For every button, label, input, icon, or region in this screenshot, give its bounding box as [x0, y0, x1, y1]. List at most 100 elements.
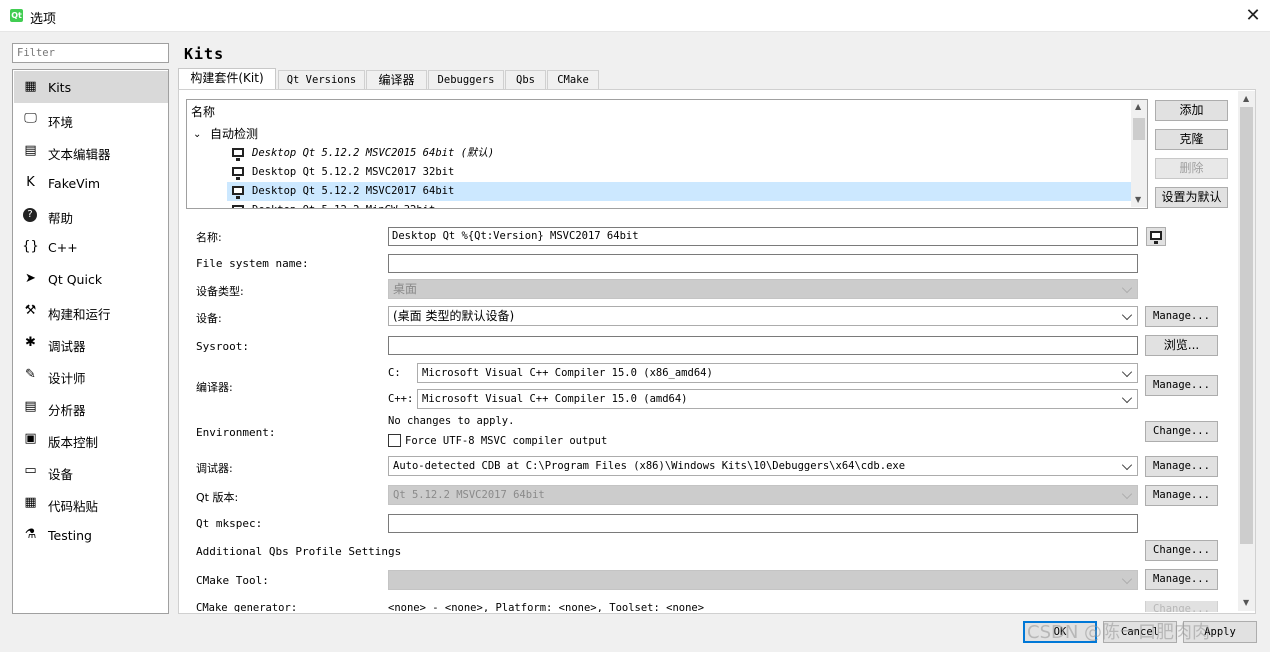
chevron-down-icon[interactable]: ⌄ — [193, 125, 201, 144]
scroll-up-icon[interactable]: ▲ — [1135, 102, 1141, 111]
fs-name-input[interactable] — [388, 254, 1138, 273]
close-button[interactable]: ✕ — [1238, 2, 1268, 30]
qt-version-label: Qt 版本: — [196, 491, 239, 504]
cmake-generator-row: CMake generator: <none> - <none>, Platfo… — [188, 601, 1236, 612]
device-type-label: 设备类型: — [196, 285, 244, 298]
chevron-down-icon — [1121, 573, 1133, 585]
compiler-label: 编译器: — [196, 381, 233, 394]
sidebar-item-cpp[interactable]: {} C++ — [14, 231, 168, 263]
kits-icon: ▦ — [24, 79, 37, 94]
tab-compilers[interactable]: 编译器 — [366, 70, 427, 89]
compiler-manage-button[interactable]: Manage... — [1145, 375, 1218, 396]
sidebar-item-testing[interactable]: ⚗ Testing — [14, 519, 168, 551]
mkspec-input[interactable] — [388, 514, 1138, 533]
browse-button[interactable]: 浏览... — [1145, 335, 1218, 356]
sidebar-item-analyzer[interactable]: ▤ 分析器 — [14, 391, 168, 423]
tree-item-label: Desktop Qt 5.12.2 MinGW 32bit — [252, 201, 435, 208]
cpp-compiler-value: Microsoft Visual C++ Compiler 15.0 (amd6… — [422, 393, 688, 405]
sidebar-item-qt-quick[interactable]: ➤ Qt Quick — [14, 263, 168, 295]
sidebar-item-text-editor[interactable]: ▤ 文本编辑器 — [14, 135, 168, 167]
tab-qt-versions[interactable]: Qt Versions — [278, 70, 365, 89]
cpp-braces-icon: {} — [22, 239, 39, 254]
window-title: 选项 — [30, 12, 57, 27]
kits-tree[interactable]: 名称 ⌄ 自动检测 Desktop Qt 5.12.2 MSVC2015 64b… — [186, 99, 1148, 209]
tree-scrollbar-thumb[interactable] — [1133, 118, 1145, 140]
cpp-compiler-select[interactable]: Microsoft Visual C++ Compiler 15.0 (amd6… — [417, 389, 1138, 409]
sidebar-item-label: FakeVim — [48, 176, 101, 191]
monitor-icon — [232, 186, 244, 199]
cmake-generator-value: <none> - <none>, Platform: <none>, Tools… — [388, 602, 705, 612]
close-icon: ✕ — [1245, 5, 1261, 26]
tree-item[interactable]: Desktop Qt 5.12.2 MSVC2015 64bit (默认) — [187, 144, 1131, 163]
sidebar-item-debugger[interactable]: ✱ 调试器 — [14, 327, 168, 359]
environment-change-button[interactable]: Change... — [1145, 421, 1218, 442]
monitor-icon — [1150, 231, 1162, 244]
sidebar-item-devices[interactable]: ▭ 设备 — [14, 455, 168, 487]
qt-version-select: Qt 5.12.2 MSVC2017 64bit — [388, 485, 1138, 505]
add-kit-button[interactable]: 添加 — [1155, 100, 1228, 121]
sidebar-item-help[interactable]: ? 帮助 — [14, 199, 168, 231]
qt-quick-icon: ➤ — [25, 271, 36, 286]
cmake-generator-label: CMake generator: — [196, 602, 298, 612]
chevron-down-icon — [1121, 282, 1133, 294]
sidebar-item-version-control[interactable]: ▣ 版本控制 — [14, 423, 168, 455]
debugger-select[interactable]: Auto-detected CDB at C:\Program Files (x… — [388, 456, 1138, 476]
device-manage-button[interactable]: Manage... — [1145, 306, 1218, 327]
sidebar-item-label: 调试器 — [48, 339, 86, 354]
sidebar-item-fakevim[interactable]: K FakeVim — [14, 167, 168, 199]
tree-group-auto[interactable]: ⌄ 自动检测 — [187, 125, 1131, 144]
tab-cmake[interactable]: CMake — [547, 70, 599, 89]
tree-item[interactable]: Desktop Qt 5.12.2 MSVC2017 32bit — [187, 163, 1131, 182]
clone-kit-button[interactable]: 克隆 — [1155, 129, 1228, 150]
testing-icon: ⚗ — [24, 527, 37, 542]
qbs-settings-label: Additional Qbs Profile Settings — [196, 545, 402, 558]
mkspec-label: Qt mkspec: — [196, 517, 263, 530]
tree-item[interactable]: Desktop Qt 5.12.2 MinGW 32bit — [187, 201, 1131, 208]
c-compiler-select[interactable]: Microsoft Visual C++ Compiler 15.0 (x86_… — [417, 363, 1138, 383]
qbs-change-button[interactable]: Change... — [1145, 540, 1218, 561]
sidebar-item-label: 设备 — [48, 467, 74, 482]
c-compiler-value: Microsoft Visual C++ Compiler 15.0 (x86_… — [422, 367, 713, 379]
filter-input[interactable] — [12, 43, 169, 63]
tab-kits[interactable]: 构建套件(Kit) — [178, 68, 276, 90]
sidebar: ▦ Kits 🖵 环境 ▤ 文本编辑器 K FakeVim ? 帮助 {} C++ ➤ Qt … — [12, 69, 169, 614]
utf8-checkbox[interactable] — [388, 434, 401, 447]
device-value: (桌面 类型的默认设备) — [393, 309, 515, 323]
kit-icon-button[interactable] — [1146, 227, 1166, 246]
debugger-manage-button[interactable]: Manage... — [1145, 456, 1218, 477]
sidebar-item-label: 设计师 — [48, 371, 86, 386]
sidebar-item-environment[interactable]: 🖵 环境 — [14, 103, 168, 135]
device-type-value: 桌面 — [393, 282, 418, 296]
device-select[interactable]: (桌面 类型的默认设备) — [388, 306, 1138, 326]
sidebar-item-label: 环境 — [48, 115, 74, 130]
chevron-down-icon — [1121, 366, 1133, 378]
tree-item-selected[interactable]: Desktop Qt 5.12.2 MSVC2017 64bit — [227, 182, 1131, 201]
scroll-up-icon[interactable]: ▲ — [1243, 94, 1249, 103]
scroll-down-icon[interactable]: ▼ — [1135, 195, 1141, 204]
tab-debuggers[interactable]: Debuggers — [428, 70, 504, 89]
tree-scrollbar[interactable] — [1131, 100, 1147, 207]
sidebar-item-label: Testing — [48, 528, 92, 543]
sidebar-item-kits[interactable]: ▦ Kits — [14, 71, 168, 103]
sidebar-item-build-run[interactable]: ⚒ 构建和运行 — [14, 295, 168, 327]
sysroot-input[interactable] — [388, 336, 1138, 355]
panel-scrollbar-thumb[interactable] — [1240, 107, 1253, 544]
kit-name-input[interactable]: Desktop Qt %{Qt:Version} MSVC2017 64bit — [388, 227, 1138, 246]
sidebar-item-label: Qt Quick — [48, 272, 103, 287]
sidebar-item-label: Kits — [48, 80, 72, 95]
sidebar-item-code-paste[interactable]: ▦ 代码粘贴 — [14, 487, 168, 519]
debugger-value: Auto-detected CDB at C:\Program Files (x… — [393, 460, 906, 472]
chevron-down-icon — [1121, 392, 1133, 404]
sidebar-item-designer[interactable]: ✎ 设计师 — [14, 359, 168, 391]
cmake-tool-manage-button[interactable]: Manage... — [1145, 569, 1218, 590]
qt-version-manage-button[interactable]: Manage... — [1145, 485, 1218, 506]
remove-kit-button[interactable]: 删除 — [1155, 158, 1228, 179]
c-compiler-label: C: — [388, 367, 401, 379]
environment-label: Environment: — [196, 426, 276, 439]
make-default-button[interactable]: 设置为默认 — [1155, 187, 1228, 208]
scroll-down-icon[interactable]: ▼ — [1243, 598, 1249, 607]
help-icon: ? — [23, 208, 37, 222]
bug-icon: ✱ — [25, 335, 36, 350]
cmake-generator-change-button[interactable]: Change... — [1145, 601, 1218, 612]
tab-qbs[interactable]: Qbs — [505, 70, 546, 89]
